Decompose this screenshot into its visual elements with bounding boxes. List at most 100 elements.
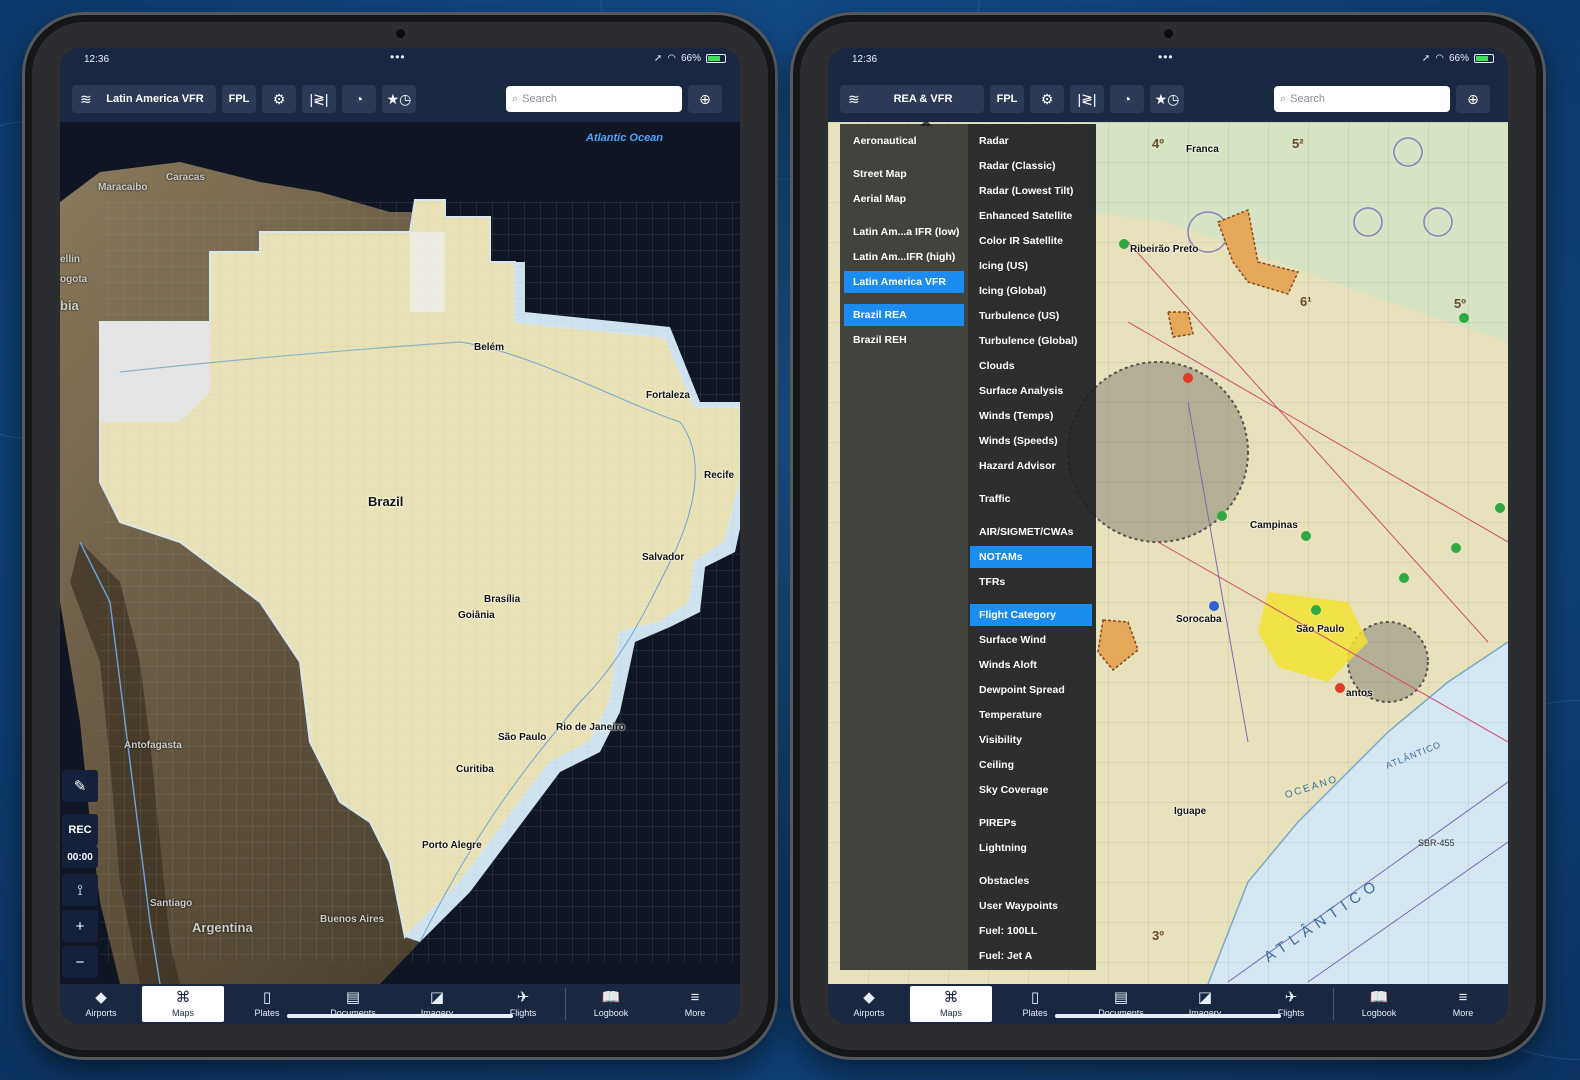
- favorites-recents-button[interactable]: ★◷: [382, 85, 416, 113]
- map-view[interactable]: Franca Ribeirão Preto Campinas Sorocaba …: [828, 122, 1508, 984]
- zoom-in-button[interactable]: +: [62, 910, 98, 942]
- overlay-item[interactable]: Visibility: [970, 729, 1092, 751]
- base-map-item[interactable]: Brazil REH: [844, 329, 964, 351]
- city-sorocaba[interactable]: Sorocaba: [1176, 614, 1222, 625]
- city-medellin[interactable]: ellin: [60, 254, 80, 265]
- city-maracaibo[interactable]: Maracaibo: [98, 182, 147, 193]
- city-portoalegre[interactable]: Porto Alegre: [422, 840, 482, 851]
- tab-airports[interactable]: ◆ Airports: [60, 986, 142, 1022]
- record-button[interactable]: REC: [62, 814, 98, 846]
- overlay-item[interactable]: TFRs: [970, 571, 1092, 593]
- draw-button[interactable]: ✎: [62, 770, 98, 802]
- city-salvador[interactable]: Salvador: [642, 552, 684, 563]
- settings-button[interactable]: ⚙: [1030, 85, 1064, 113]
- overlay-item[interactable]: Traffic: [970, 488, 1092, 510]
- layers-button[interactable]: ≋ Latin America VFR: [72, 85, 216, 113]
- base-map-item[interactable]: Aeronautical: [844, 130, 964, 152]
- overlay-item[interactable]: Winds (Temps): [970, 405, 1092, 427]
- overlay-item[interactable]: Ceiling: [970, 754, 1092, 776]
- overlay-item[interactable]: Winds Aloft: [970, 654, 1092, 676]
- city-rio[interactable]: Rio de Janeiro: [556, 722, 625, 733]
- tab-more[interactable]: ≡ More: [1422, 986, 1504, 1022]
- fpl-button[interactable]: FPL: [222, 85, 256, 113]
- tab-logbook[interactable]: 📖 Logbook: [1338, 986, 1420, 1022]
- center-location-button[interactable]: ⊕: [688, 85, 722, 113]
- base-map-item[interactable]: Street Map: [844, 163, 964, 185]
- base-map-item[interactable]: Brazil REA: [844, 304, 964, 326]
- overlay-item[interactable]: Radar: [970, 130, 1092, 152]
- overlay-item[interactable]: Surface Wind: [970, 629, 1092, 651]
- overlay-item[interactable]: Icing (Global): [970, 280, 1092, 302]
- overlay-item[interactable]: Radar (Classic): [970, 155, 1092, 177]
- search-input[interactable]: ⌕ Search: [1274, 86, 1450, 112]
- settings-button[interactable]: ⚙: [262, 85, 296, 113]
- center-location-button[interactable]: ⊕: [1456, 85, 1490, 113]
- base-map-item[interactable]: Latin Am...a IFR (low): [844, 221, 964, 243]
- multitask-dots[interactable]: •••: [390, 50, 406, 64]
- overlay-item[interactable]: Winds (Speeds): [970, 430, 1092, 452]
- overlay-item[interactable]: Lightning: [970, 837, 1092, 859]
- layers-button[interactable]: ≋ REA & VFR: [840, 85, 984, 113]
- city-recife[interactable]: Recife: [704, 470, 734, 481]
- overlay-item[interactable]: AIR/SIGMET/CWAs: [970, 521, 1092, 543]
- city-santiago[interactable]: Santiago: [150, 898, 192, 909]
- restricted-area-id[interactable]: SBR-455: [1418, 838, 1455, 848]
- city-saopaulo[interactable]: São Paulo: [498, 732, 546, 743]
- overlay-item[interactable]: Icing (US): [970, 255, 1092, 277]
- base-map-item[interactable]: Aerial Map: [844, 188, 964, 210]
- overlay-item[interactable]: Obstacles: [970, 870, 1092, 892]
- overlay-item[interactable]: Clouds: [970, 355, 1092, 377]
- overlay-item[interactable]: PIREPs: [970, 812, 1092, 834]
- favorites-recents-button[interactable]: ★◷: [1150, 85, 1184, 113]
- city-curitiba[interactable]: Curitiba: [456, 764, 494, 775]
- base-map-item[interactable]: Latin America VFR: [844, 271, 964, 293]
- base-map-item[interactable]: Latin Am...IFR (high): [844, 246, 964, 268]
- city-belem[interactable]: Belém: [474, 342, 504, 353]
- overlay-item[interactable]: Surface Analysis: [970, 380, 1092, 402]
- overlay-item[interactable]: Hazard Advisor: [970, 455, 1092, 477]
- city-fortaleza[interactable]: Fortaleza: [646, 390, 690, 401]
- multitask-dots[interactable]: •••: [1158, 50, 1174, 64]
- city-franca[interactable]: Franca: [1186, 144, 1219, 155]
- overlay-item[interactable]: Radar (Lowest Tilt): [970, 180, 1092, 202]
- overlay-item[interactable]: User Waypoints: [970, 895, 1092, 917]
- overlay-item[interactable]: Temperature: [970, 704, 1092, 726]
- overlay-item[interactable]: Color IR Satellite: [970, 230, 1092, 252]
- zoom-out-button[interactable]: −: [62, 946, 98, 978]
- overlay-item[interactable]: Fuel: 100LL: [970, 920, 1092, 942]
- home-indicator[interactable]: [287, 1014, 513, 1018]
- overlay-item[interactable]: Turbulence (Global): [970, 330, 1092, 352]
- city-santos[interactable]: antos: [1346, 688, 1373, 699]
- overlay-item[interactable]: Dewpoint Spread: [970, 679, 1092, 701]
- home-indicator[interactable]: [1055, 1014, 1281, 1018]
- overlay-item[interactable]: Enhanced Satellite: [970, 205, 1092, 227]
- tab-maps[interactable]: ⌘ Maps: [142, 986, 224, 1022]
- city-campinas[interactable]: Campinas: [1250, 520, 1298, 531]
- city-ribeirao[interactable]: Ribeirão Preto: [1130, 244, 1198, 255]
- map-view[interactable]: Atlantic Ocean Caracas Maracaibo ellin o…: [60, 122, 740, 984]
- instruments-button[interactable]: ◔: [1110, 85, 1144, 113]
- city-brasilia[interactable]: Brasília: [484, 594, 520, 605]
- city-bogota[interactable]: ogota: [60, 274, 87, 285]
- city-saopaulo[interactable]: São Paulo: [1296, 624, 1344, 635]
- search-input[interactable]: ⌕ Search: [506, 86, 682, 112]
- overlay-item[interactable]: Flight Category: [970, 604, 1092, 626]
- overlay-item[interactable]: Fuel: Jet A: [970, 945, 1092, 967]
- fpl-button[interactable]: FPL: [990, 85, 1024, 113]
- route-button[interactable]: ⟟: [62, 874, 98, 906]
- tab-airports[interactable]: ◆ Airports: [828, 986, 910, 1022]
- tab-maps[interactable]: ⌘ Maps: [910, 986, 992, 1022]
- overlay-item[interactable]: Sky Coverage: [970, 779, 1092, 801]
- instruments-button[interactable]: ◔: [342, 85, 376, 113]
- city-iguape[interactable]: Iguape: [1174, 806, 1206, 817]
- overlay-item[interactable]: Turbulence (US): [970, 305, 1092, 327]
- city-antofagasta[interactable]: Antofagasta: [124, 740, 182, 751]
- city-goiania[interactable]: Goiânia: [458, 610, 495, 621]
- tab-more[interactable]: ≡ More: [654, 986, 736, 1022]
- city-caracas[interactable]: Caracas: [166, 172, 205, 183]
- tab-logbook[interactable]: 📖 Logbook: [570, 986, 652, 1022]
- profile-view-button[interactable]: |≷|: [1070, 85, 1104, 113]
- overlay-item[interactable]: NOTAMs: [970, 546, 1092, 568]
- city-buenosaires[interactable]: Buenos Aires: [320, 914, 384, 925]
- profile-view-button[interactable]: |≷|: [302, 85, 336, 113]
